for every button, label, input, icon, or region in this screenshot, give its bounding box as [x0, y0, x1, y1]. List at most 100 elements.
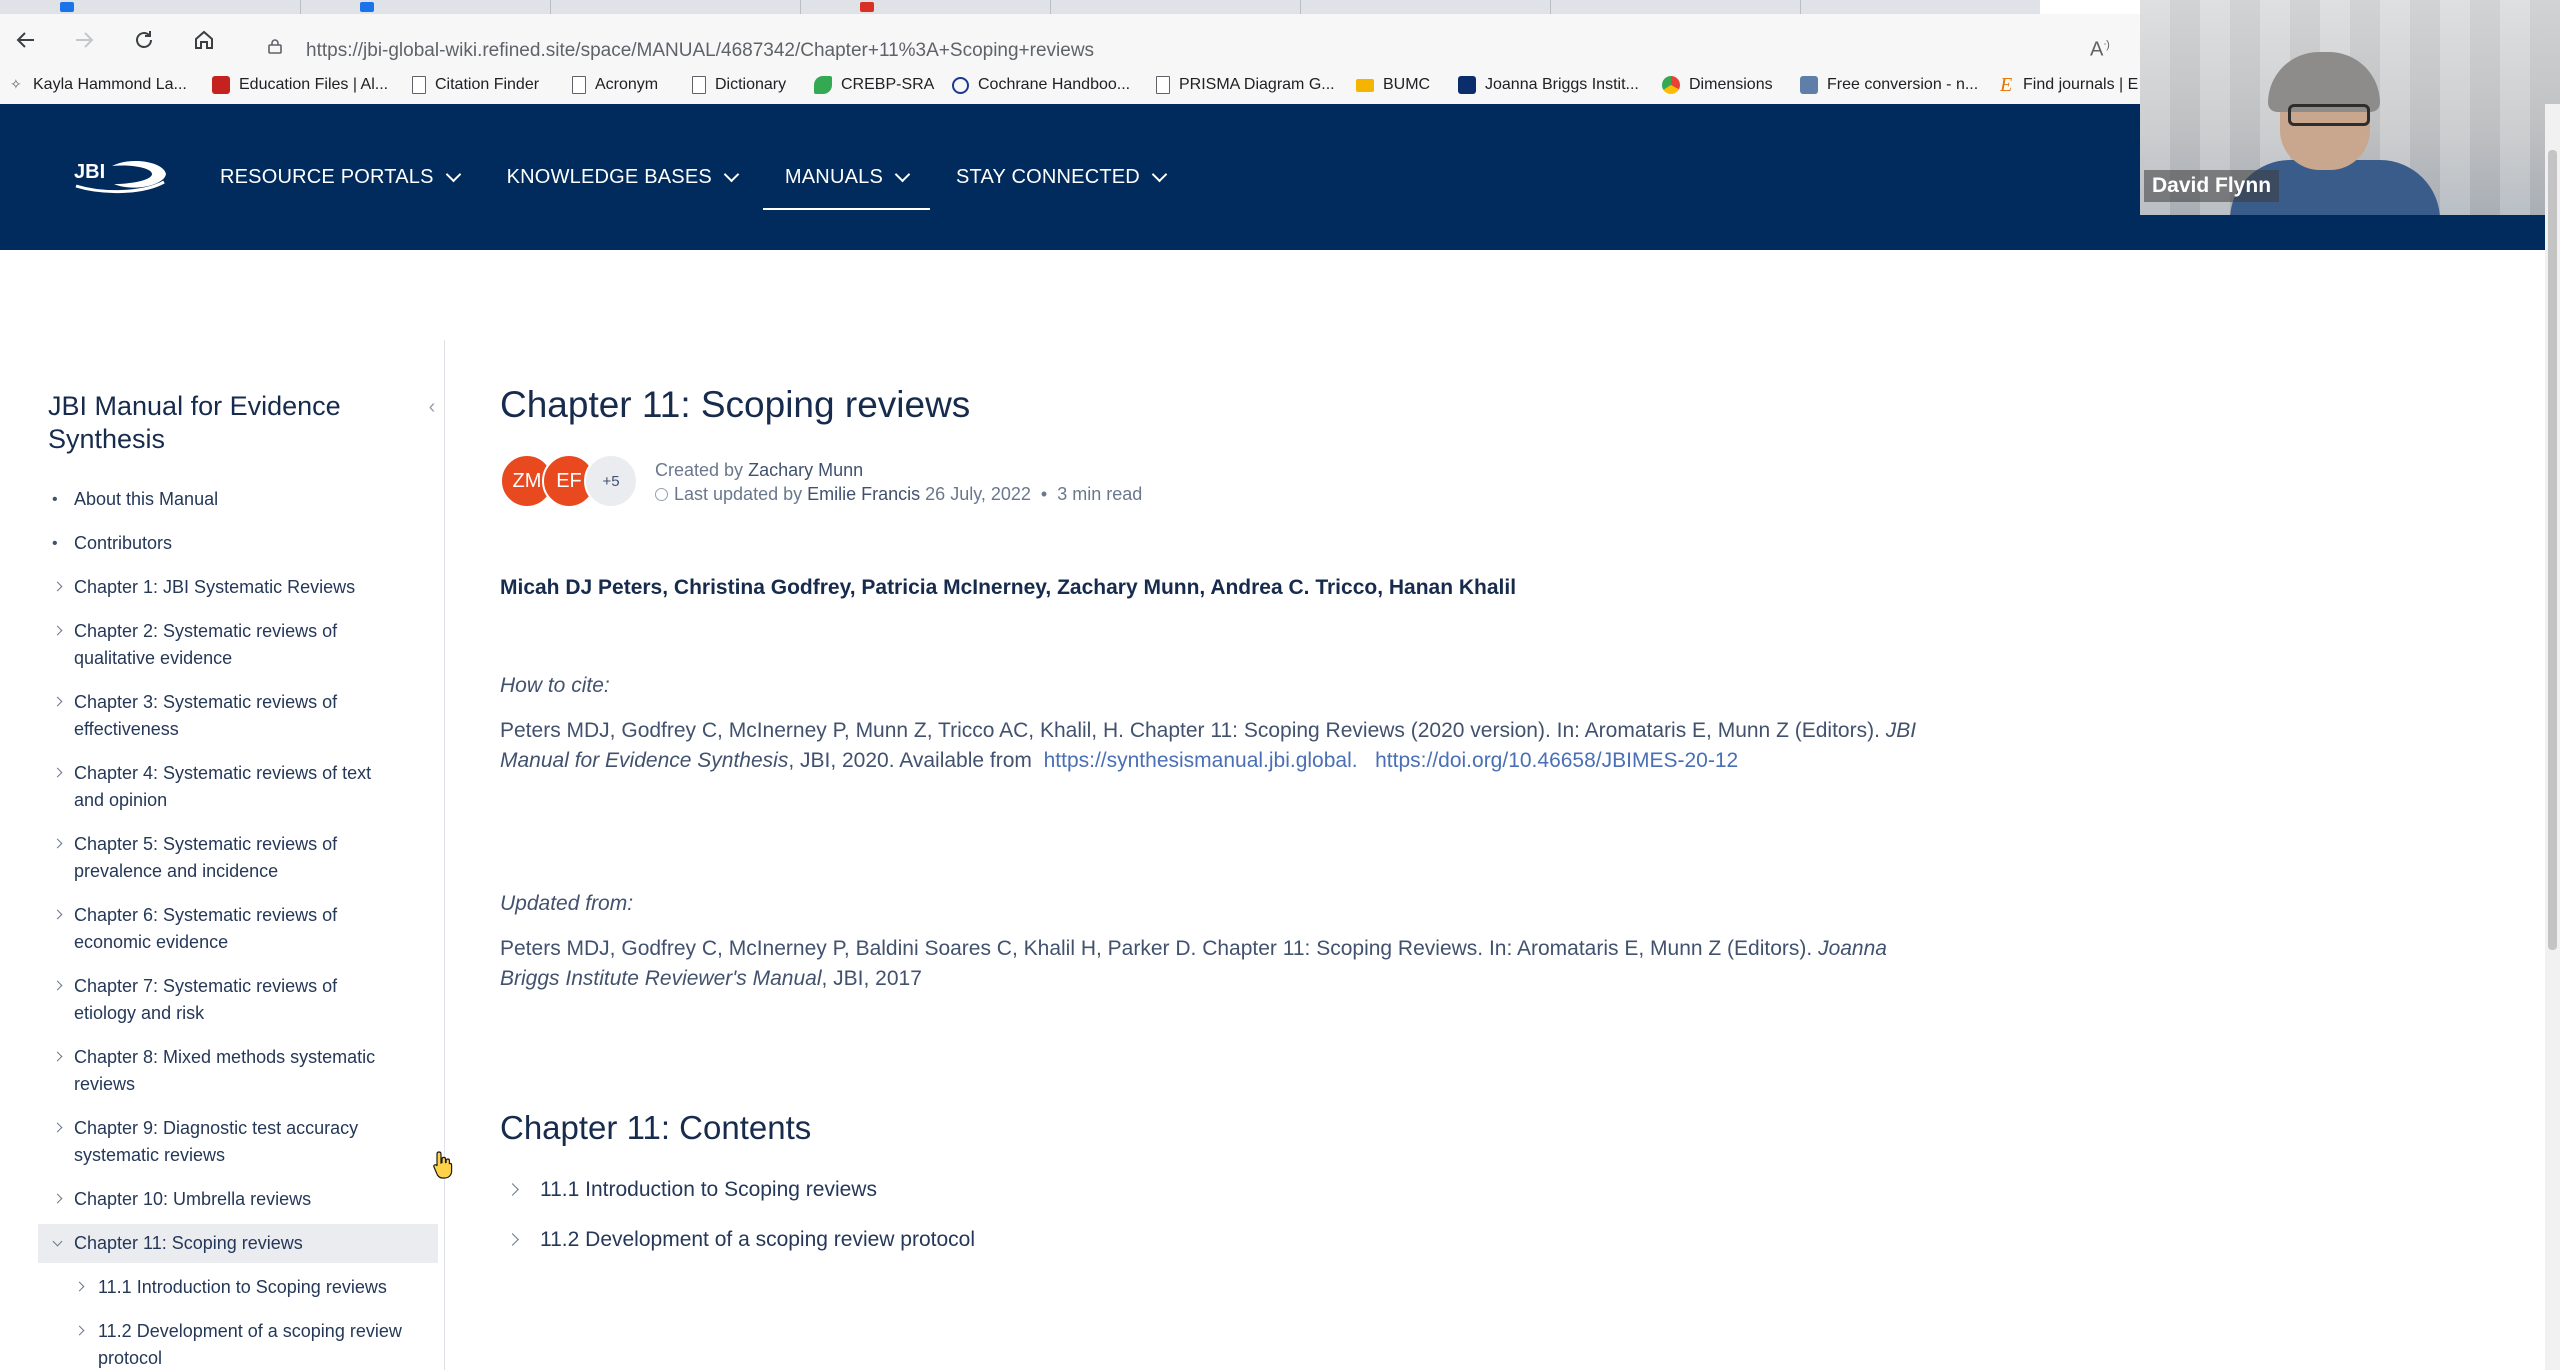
- page-title: Chapter 11: Scoping reviews: [500, 384, 971, 425]
- home-icon: [195, 30, 213, 49]
- bookmark[interactable]: Acronym: [572, 72, 658, 98]
- updated-citation-tail: , JBI, 2017: [821, 967, 922, 990]
- nav-stay-connected[interactable]: STAY CONNECTED: [954, 104, 1168, 250]
- sidebar-item-label: Chapter 9: Diagnostic test accuracy syst…: [74, 1118, 359, 1165]
- forward-button[interactable]: [66, 22, 102, 58]
- sidebar-item-chapter-7[interactable]: Chapter 7: Systematic reviews of etiolog…: [38, 973, 404, 1027]
- hand-cursor-icon: [433, 1151, 453, 1179]
- forward-arrow-icon: [76, 32, 94, 48]
- nav-label: STAY CONNECTED: [956, 165, 1140, 188]
- chevron-down-icon: [894, 166, 911, 182]
- bookmark-label: Citation Finder: [435, 76, 540, 93]
- bookmark-label: Education Files | Al...: [239, 76, 389, 93]
- created-by-link[interactable]: Zachary Munn: [748, 460, 863, 480]
- jbi-logo[interactable]: JBI: [72, 154, 168, 194]
- toc-item-11-1[interactable]: 11.1 Introduction to Scoping reviews: [500, 1176, 2000, 1204]
- sidebar-item-chapter-3[interactable]: Chapter 3: Systematic reviews of effecti…: [38, 689, 404, 743]
- sidebar-item-label: About this Manual: [74, 489, 219, 509]
- page-icon: [572, 76, 586, 94]
- sidebar-item-chapter-2[interactable]: Chapter 2: Systematic reviews of qualita…: [38, 618, 404, 672]
- bookmark[interactable]: Joanna Briggs Instit...: [1458, 72, 1639, 98]
- sidebar-item-label: Chapter 10: Umbrella reviews: [74, 1189, 312, 1209]
- read-time: 3 min read: [1057, 484, 1143, 504]
- chevron-right-icon: [52, 909, 63, 920]
- main-nav: RESOURCE PORTALS KNOWLEDGE BASES MANUALS…: [218, 104, 1211, 250]
- toc-item-11-2[interactable]: 11.2 Development of a scoping review pro…: [500, 1226, 2000, 1254]
- browser-tab[interactable]: [300, 0, 551, 14]
- chevron-right-icon: [74, 1325, 85, 1336]
- chevron-right-icon: [52, 1193, 63, 1204]
- sidebar-item-chapter-5[interactable]: Chapter 5: Systematic reviews of prevale…: [38, 831, 404, 885]
- browser-tab[interactable]: [800, 0, 1051, 14]
- synthesis-manual-link[interactable]: https://synthesismanual.jbi.global.: [1044, 749, 1358, 772]
- sidebar-title[interactable]: JBI Manual for Evidence Synthesis: [48, 390, 428, 456]
- reload-icon: [136, 31, 152, 48]
- toc-item-label: 11.2 Development of a scoping review pro…: [540, 1228, 976, 1251]
- bookmark[interactable]: Dictionary: [692, 72, 786, 98]
- sidebar-subitem-11-1[interactable]: 11.1 Introduction to Scoping reviews: [38, 1274, 408, 1301]
- bookmark[interactable]: BUMC: [1356, 72, 1430, 98]
- sidebar-item-chapter-1[interactable]: Chapter 1: JBI Systematic Reviews: [38, 574, 404, 601]
- sidebar-item-label: Chapter 1: JBI Systematic Reviews: [74, 577, 356, 597]
- sidebar-subitem-11-2[interactable]: 11.2 Development of a scoping review pro…: [38, 1318, 408, 1370]
- chevron-right-icon: [74, 1281, 85, 1292]
- sidebar-item-chapter-4[interactable]: Chapter 4: Systematic reviews of text an…: [38, 760, 404, 814]
- bookmark[interactable]: Cochrane Handboo...: [952, 72, 1130, 98]
- browser-tab[interactable]: [0, 0, 301, 14]
- browser-tab[interactable]: [550, 0, 801, 14]
- more-contributors-avatar[interactable]: +5: [584, 454, 638, 508]
- sidebar-item-chapter-6[interactable]: Chapter 6: Systematic reviews of economi…: [38, 902, 404, 956]
- sidebar-item-chapter-8[interactable]: Chapter 8: Mixed methods systematic revi…: [38, 1044, 404, 1098]
- url-input[interactable]: https://jbi-global-wiki.refined.site/spa…: [306, 40, 1094, 62]
- chevron-down-icon: [1151, 166, 1168, 182]
- scrollbar-thumb[interactable]: [2548, 150, 2557, 950]
- byline: ZM EF +5 Created by Zachary Munn Last up…: [500, 454, 2000, 508]
- home-button[interactable]: [186, 22, 222, 58]
- bookmark[interactable]: E Find journals | E: [2000, 72, 2138, 98]
- page-scrollbar[interactable]: [2545, 104, 2560, 1370]
- how-to-cite-label: How to cite:: [500, 674, 610, 697]
- bookmark[interactable]: Citation Finder: [412, 72, 539, 98]
- tab-favicon: [860, 2, 874, 12]
- sidebar-item-chapter-10[interactable]: Chapter 10: Umbrella reviews: [38, 1186, 404, 1213]
- nav-knowledge-bases[interactable]: KNOWLEDGE BASES: [505, 104, 740, 250]
- bookmark[interactable]: ✧ Kayla Hammond La...: [10, 72, 187, 98]
- nav-manuals[interactable]: MANUALS: [762, 104, 931, 250]
- tab-favicon: [360, 2, 374, 12]
- sidebar-item-contributors[interactable]: • Contributors: [38, 530, 404, 557]
- page-icon: [1156, 76, 1170, 94]
- sidebar-item-label: Chapter 4: Systematic reviews of text an…: [74, 763, 372, 810]
- browser-tab[interactable]: [1800, 0, 2041, 14]
- sidebar-item-label: Contributors: [74, 533, 173, 553]
- sidebar-item-chapter-11[interactable]: Chapter 11: Scoping reviews: [38, 1224, 438, 1263]
- browser-tab-active[interactable]: [2040, 0, 2141, 14]
- bookmark[interactable]: PRISMA Diagram G...: [1156, 72, 1335, 98]
- browser-tab[interactable]: [1300, 0, 1551, 14]
- dimensions-icon: [1662, 76, 1680, 94]
- page-icon: [412, 76, 426, 94]
- doi-link[interactable]: https://doi.org/10.46658/JBIMES-20-12: [1375, 749, 1738, 772]
- sidebar-item-label: Chapter 8: Mixed methods systematic revi…: [74, 1047, 376, 1094]
- chevron-right-icon: [52, 625, 63, 636]
- read-aloud-icon[interactable]: Aᐧ): [2090, 38, 2110, 62]
- chevron-right-icon: [52, 1051, 63, 1062]
- chevron-down-icon: [723, 166, 740, 182]
- sidebar-item-chapter-9[interactable]: Chapter 9: Diagnostic test accuracy syst…: [38, 1115, 404, 1169]
- reload-button[interactable]: [126, 22, 162, 58]
- browser-tab[interactable]: [1050, 0, 1301, 14]
- nav-resource-portals[interactable]: RESOURCE PORTALS: [218, 104, 461, 250]
- sidebar-item-about[interactable]: • About this Manual: [38, 486, 404, 513]
- nav-label: MANUALS: [784, 165, 883, 188]
- back-button[interactable]: [8, 22, 44, 58]
- bookmark[interactable]: CREBP-SRA: [814, 72, 934, 98]
- bookmark[interactable]: Education Files | Al...: [212, 72, 388, 98]
- updated-by-link[interactable]: Emilie Francis: [807, 484, 920, 504]
- bookmark-label: BUMC: [1383, 76, 1431, 93]
- back-arrow-icon: [16, 32, 34, 48]
- presenter-name: David Flynn: [2144, 170, 2280, 202]
- folder-icon: [1356, 78, 1374, 92]
- browser-tab[interactable]: [1550, 0, 1801, 14]
- cochrane-icon: [952, 76, 969, 94]
- bookmark[interactable]: Free conversion - n...: [1800, 72, 1978, 98]
- bookmark[interactable]: Dimensions: [1662, 72, 1773, 98]
